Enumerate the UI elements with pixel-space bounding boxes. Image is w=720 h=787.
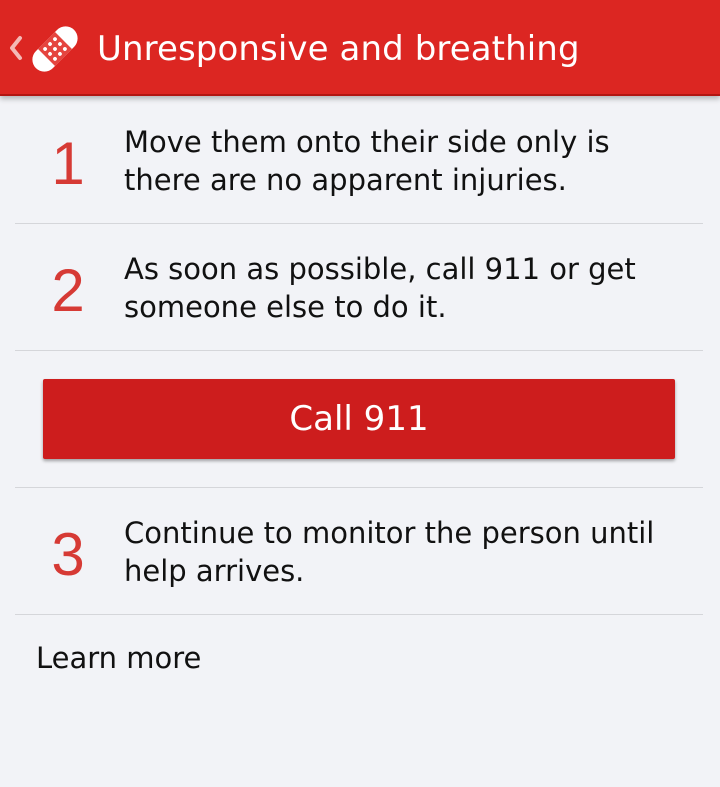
step-text: Continue to monitor the person until hel… xyxy=(124,516,655,588)
divider xyxy=(15,350,703,351)
step-number: 1 xyxy=(51,130,85,197)
learn-more-link[interactable]: Learn more xyxy=(36,639,201,677)
step-text: As soon as possible, call 911 or get som… xyxy=(124,252,636,324)
step-number: 2 xyxy=(51,257,85,324)
step-number: 3 xyxy=(51,521,85,588)
divider xyxy=(15,223,703,224)
divider xyxy=(15,487,703,488)
divider xyxy=(15,614,703,615)
app-bar: Unresponsive and breathing xyxy=(0,0,720,96)
page-title: Unresponsive and breathing xyxy=(97,29,580,69)
step-text: Move them onto their side only is there … xyxy=(124,125,610,197)
chevron-left-icon[interactable] xyxy=(6,28,24,68)
call-911-button[interactable]: Call 911 xyxy=(43,379,675,459)
bandage-icon[interactable] xyxy=(24,18,86,80)
